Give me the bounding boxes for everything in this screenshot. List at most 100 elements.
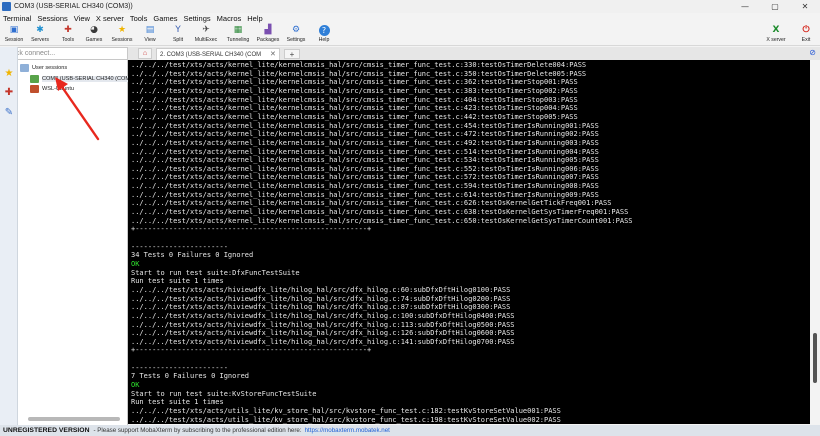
terminal-line: ../../../test/xts/acts/kernel_lite/kerne…	[131, 156, 599, 165]
tree-item-wsl-ubuntu[interactable]: WSL-Ubuntu	[30, 84, 74, 93]
x-server-icon: X	[772, 25, 780, 35]
menu-view[interactable]: View	[71, 14, 93, 23]
toolbar-label: Split	[172, 37, 184, 43]
tree-scrollbar[interactable]	[28, 417, 120, 421]
terminal-line: ../../../test/xts/acts/kernel_lite/kerne…	[131, 190, 599, 199]
terminal-line: ../../../test/xts/acts/hiviewdfx_lite/hi…	[131, 294, 511, 303]
menu-tools[interactable]: Tools	[127, 14, 151, 23]
toolbar-label: Games	[85, 37, 103, 43]
terminal-line: Run test suite 1 times	[131, 398, 224, 407]
terminal-line: ../../../test/xts/acts/kernel_lite/kerne…	[131, 104, 578, 113]
terminal-line: ../../../test/xts/acts/kernel_lite/kerne…	[131, 199, 612, 208]
close-window-button[interactable]: ✕	[790, 0, 820, 13]
split-button[interactable]: Y Split	[164, 25, 192, 46]
terminal-line: ../../../test/xts/acts/utils_lite/kv_sto…	[131, 407, 561, 415]
multiexec-button[interactable]: ✈ MultiExec	[192, 25, 220, 46]
title-bar: COM3 (USB-SERIAL CH340 (COM3)) — ▢ ✕	[0, 0, 820, 13]
menu-macros[interactable]: Macros	[214, 14, 245, 23]
tree-item-user-sessions[interactable]: User sessions	[20, 63, 67, 72]
terminal-line: ../../../test/xts/acts/kernel_lite/kerne…	[131, 216, 633, 225]
menu-bar: Terminal Sessions View X server Tools Ga…	[0, 13, 820, 24]
toolbar-label: Help	[318, 37, 330, 43]
toolbar-label: Tools	[61, 37, 75, 43]
help-button[interactable]: ? Help	[310, 25, 338, 46]
terminal-line: ../../../test/xts/acts/kernel_lite/kerne…	[131, 121, 599, 130]
tools-icon[interactable]: ✚	[1, 83, 17, 101]
tab-com3[interactable]: 2. COM3 (USB-SERIAL CH340 (COM	[156, 48, 280, 60]
sessions-button[interactable]: ★ Sessions	[108, 25, 136, 46]
exit-icon: ⏻	[802, 25, 810, 35]
tab-bar: ⌂ 2. COM3 (USB-SERIAL CH340 (COM ✕ + ⊘	[128, 47, 820, 60]
mobaxterm-window: COM3 (USB-SERIAL CH340 (COM3)) — ▢ ✕ Ter…	[0, 0, 820, 436]
terminal-line: ../../../test/xts/acts/hiviewdfx_lite/hi…	[131, 337, 515, 346]
exit-button[interactable]: ⏻ Exit	[792, 25, 820, 46]
paperclip-icon[interactable]: ⊘	[809, 48, 816, 57]
help-icon: ?	[318, 25, 330, 36]
menu-games[interactable]: Games	[150, 14, 180, 23]
view-icon: ▤	[145, 25, 155, 35]
terminal-line: ../../../test/xts/acts/kernel_lite/kerne…	[131, 173, 599, 182]
packages-button[interactable]: ▟ Packages	[254, 25, 282, 46]
macros-icon[interactable]: ✎	[1, 103, 17, 121]
terminal-scroll-thumb[interactable]	[813, 333, 817, 383]
window-controls: — ▢ ✕	[730, 0, 820, 13]
terminal-line: ../../../test/xts/acts/kernel_lite/kerne…	[131, 147, 599, 156]
terminal-line: ../../../test/xts/acts/kernel_lite/kerne…	[131, 138, 599, 147]
x-server-button[interactable]: X X server	[762, 25, 790, 46]
menu-settings[interactable]: Settings	[181, 14, 214, 23]
terminal-line: +---------------------------------------…	[131, 346, 372, 355]
menu-sessions[interactable]: Sessions	[34, 14, 70, 23]
quick-connect-input[interactable]: Quick connect...	[0, 47, 128, 60]
servers-icon: ✱	[36, 25, 44, 35]
toolbar-label: Servers	[31, 37, 49, 43]
mobatek-link[interactable]: https://mobaxterm.mobatek.net	[305, 427, 390, 434]
servers-button[interactable]: ✱ Servers	[26, 25, 54, 46]
terminal-line: 7 Tests 0 Failures 0 Ignored	[131, 372, 250, 381]
toolbar-label: MultiExec	[194, 37, 218, 43]
new-tab-button[interactable]: +	[284, 49, 300, 59]
settings-icon: ⚙	[291, 25, 301, 35]
tree-item-com3[interactable]: COM3 (USB-SERIAL CH340 (COM	[30, 74, 131, 83]
menu-terminal[interactable]: Terminal	[0, 14, 34, 23]
home-tab-icon[interactable]: ⌂	[138, 48, 152, 59]
terminal-line: ../../../test/xts/acts/hiviewdfx_lite/hi…	[131, 285, 511, 294]
menu-x-server[interactable]: X server	[93, 14, 127, 23]
minimize-button[interactable]: —	[730, 0, 760, 13]
terminal-scrollbar[interactable]	[810, 60, 820, 424]
toolbar-label: X server	[766, 37, 786, 43]
terminal-line: Start to run test suite:DfxFuncTestSuite	[131, 268, 300, 277]
view-button[interactable]: ▤ View	[136, 25, 164, 46]
terminal-line: OK	[131, 259, 140, 268]
terminal-line: ../../../test/xts/acts/hiviewdfx_lite/hi…	[131, 303, 511, 312]
terminal-line: 34 Tests 0 Failures 0 Ignored	[131, 251, 254, 260]
session-button[interactable]: ▣ Session	[0, 25, 28, 46]
unregistered-label: UNREGISTERED VERSION	[3, 427, 90, 434]
toolbar-label: Session	[4, 37, 24, 43]
multiexec-icon: ✈	[202, 25, 210, 35]
maximize-button[interactable]: ▢	[760, 0, 790, 13]
terminal-line: ../../../test/xts/acts/kernel_lite/kerne…	[131, 78, 578, 87]
tunneling-button[interactable]: ▦ Tunneling	[224, 25, 252, 46]
status-bar: UNREGISTERED VERSION - Please support Mo…	[0, 425, 820, 436]
terminal-output[interactable]: ../../../test/xts/acts/kernel_lite/kerne…	[128, 60, 810, 424]
close-tab-icon[interactable]: ✕	[270, 50, 276, 58]
terminal-line: +---------------------------------------…	[131, 225, 372, 234]
games-button[interactable]: ◕ Games	[80, 25, 108, 46]
wsl-icon	[30, 84, 39, 93]
settings-button[interactable]: ⚙ Settings	[282, 25, 310, 46]
terminal-line: ../../../test/xts/acts/kernel_lite/kerne…	[131, 69, 587, 78]
tools-icon: ✚	[64, 25, 72, 35]
terminal-line: Start to run test suite:KvStoreFuncTestS…	[131, 389, 317, 398]
terminal-line: OK	[131, 381, 140, 390]
terminal-line: -----------------------	[131, 242, 228, 251]
terminal-line: ../../../test/xts/acts/utils_lite/kv_sto…	[131, 415, 561, 424]
terminal-line: -----------------------	[131, 363, 228, 372]
terminal-line: ../../../test/xts/acts/kernel_lite/kerne…	[131, 208, 629, 217]
main-toolbar: ▣ Session ✱ Servers ✚ Tools ◕ Games ★ Sessions ▤ Vi…	[0, 24, 820, 46]
terminal-line: ../../../test/xts/acts/kernel_lite/kerne…	[131, 130, 599, 139]
menu-help[interactable]: Help	[244, 14, 265, 23]
sessions-star-icon[interactable]: ★	[1, 64, 17, 82]
terminal-line: ../../../test/xts/acts/kernel_lite/kerne…	[131, 95, 578, 104]
tools-button[interactable]: ✚ Tools	[54, 25, 82, 46]
terminal-line: ../../../test/xts/acts/kernel_lite/kerne…	[131, 182, 599, 191]
